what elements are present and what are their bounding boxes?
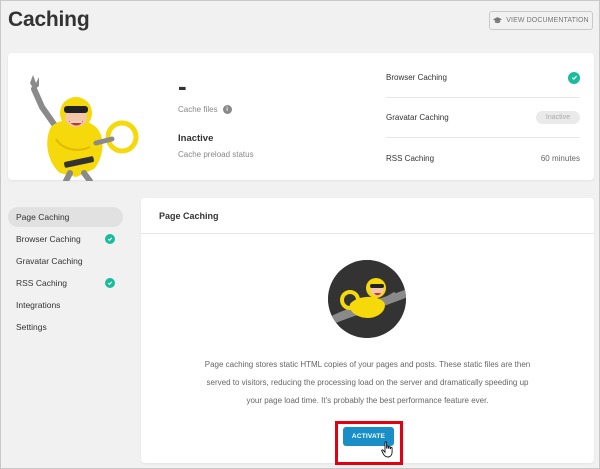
sidebar-item-page-caching[interactable]: Page Caching xyxy=(8,207,123,227)
sidebar-item-settings[interactable]: Settings xyxy=(8,317,123,337)
view-documentation-label: VIEW DOCUMENTATION xyxy=(506,17,589,24)
preload-status-value: Inactive xyxy=(178,133,214,144)
cache-files-label: Cache files xyxy=(178,105,218,114)
page-title: Caching xyxy=(8,8,90,31)
check-circle-icon xyxy=(105,278,115,288)
hand-pointer-icon xyxy=(381,441,393,458)
sidebar-item-label: Integrations xyxy=(16,300,61,310)
info-icon[interactable]: i xyxy=(222,105,232,114)
check-circle-icon xyxy=(105,234,115,244)
preload-status-label: Cache preload status xyxy=(178,150,254,159)
sidebar-item-label: Browser Caching xyxy=(16,234,81,244)
sidebar-item-integrations[interactable]: Integrations xyxy=(8,295,123,315)
sidebar-item-label: Page Caching xyxy=(16,212,70,222)
mascot-circle-illustration xyxy=(328,260,406,338)
summary-card: - Cache files i Inactive Cache preload s… xyxy=(8,53,594,181)
page-caching-description: Page caching stores static HTML copies o… xyxy=(171,356,564,410)
sidebar-nav: Page Caching Browser Caching Gravatar Ca… xyxy=(8,207,123,339)
status-row-browser-caching: Browser Caching xyxy=(386,58,580,98)
status-label: Gravatar Caching xyxy=(386,113,449,122)
cache-files-value: - xyxy=(178,71,187,101)
status-row-gravatar-caching: Gravatar Caching Inactive xyxy=(386,98,580,138)
status-label: Browser Caching xyxy=(386,73,447,82)
sidebar-item-label: Gravatar Caching xyxy=(16,256,83,266)
caching-status-list: Browser Caching Gravatar Caching Inactiv… xyxy=(386,58,580,178)
mascot-illustration xyxy=(30,75,139,181)
sidebar-item-label: Settings xyxy=(16,322,47,332)
view-documentation-button[interactable]: VIEW DOCUMENTATION xyxy=(489,11,593,30)
sidebar-item-gravatar-caching[interactable]: Gravatar Caching xyxy=(8,251,123,271)
status-row-rss-caching: RSS Caching 60 minutes xyxy=(386,138,580,178)
description-line: served to visitors, reducing the process… xyxy=(206,378,529,387)
panel-title: Page Caching xyxy=(141,198,594,234)
sidebar-item-label: RSS Caching xyxy=(16,278,68,288)
inactive-badge: Inactive xyxy=(535,111,580,124)
graduation-cap-icon xyxy=(493,17,503,24)
description-line: your page load time. It's probably the b… xyxy=(246,396,489,405)
sidebar-item-browser-caching[interactable]: Browser Caching xyxy=(8,229,123,249)
check-circle-icon xyxy=(568,71,580,84)
description-line: Page caching stores static HTML copies o… xyxy=(204,360,531,369)
cache-files-row: Cache files i xyxy=(178,105,232,114)
status-label: RSS Caching xyxy=(386,153,435,163)
rss-duration-value: 60 minutes xyxy=(540,153,580,163)
sidebar-item-rss-caching[interactable]: RSS Caching xyxy=(8,273,123,293)
